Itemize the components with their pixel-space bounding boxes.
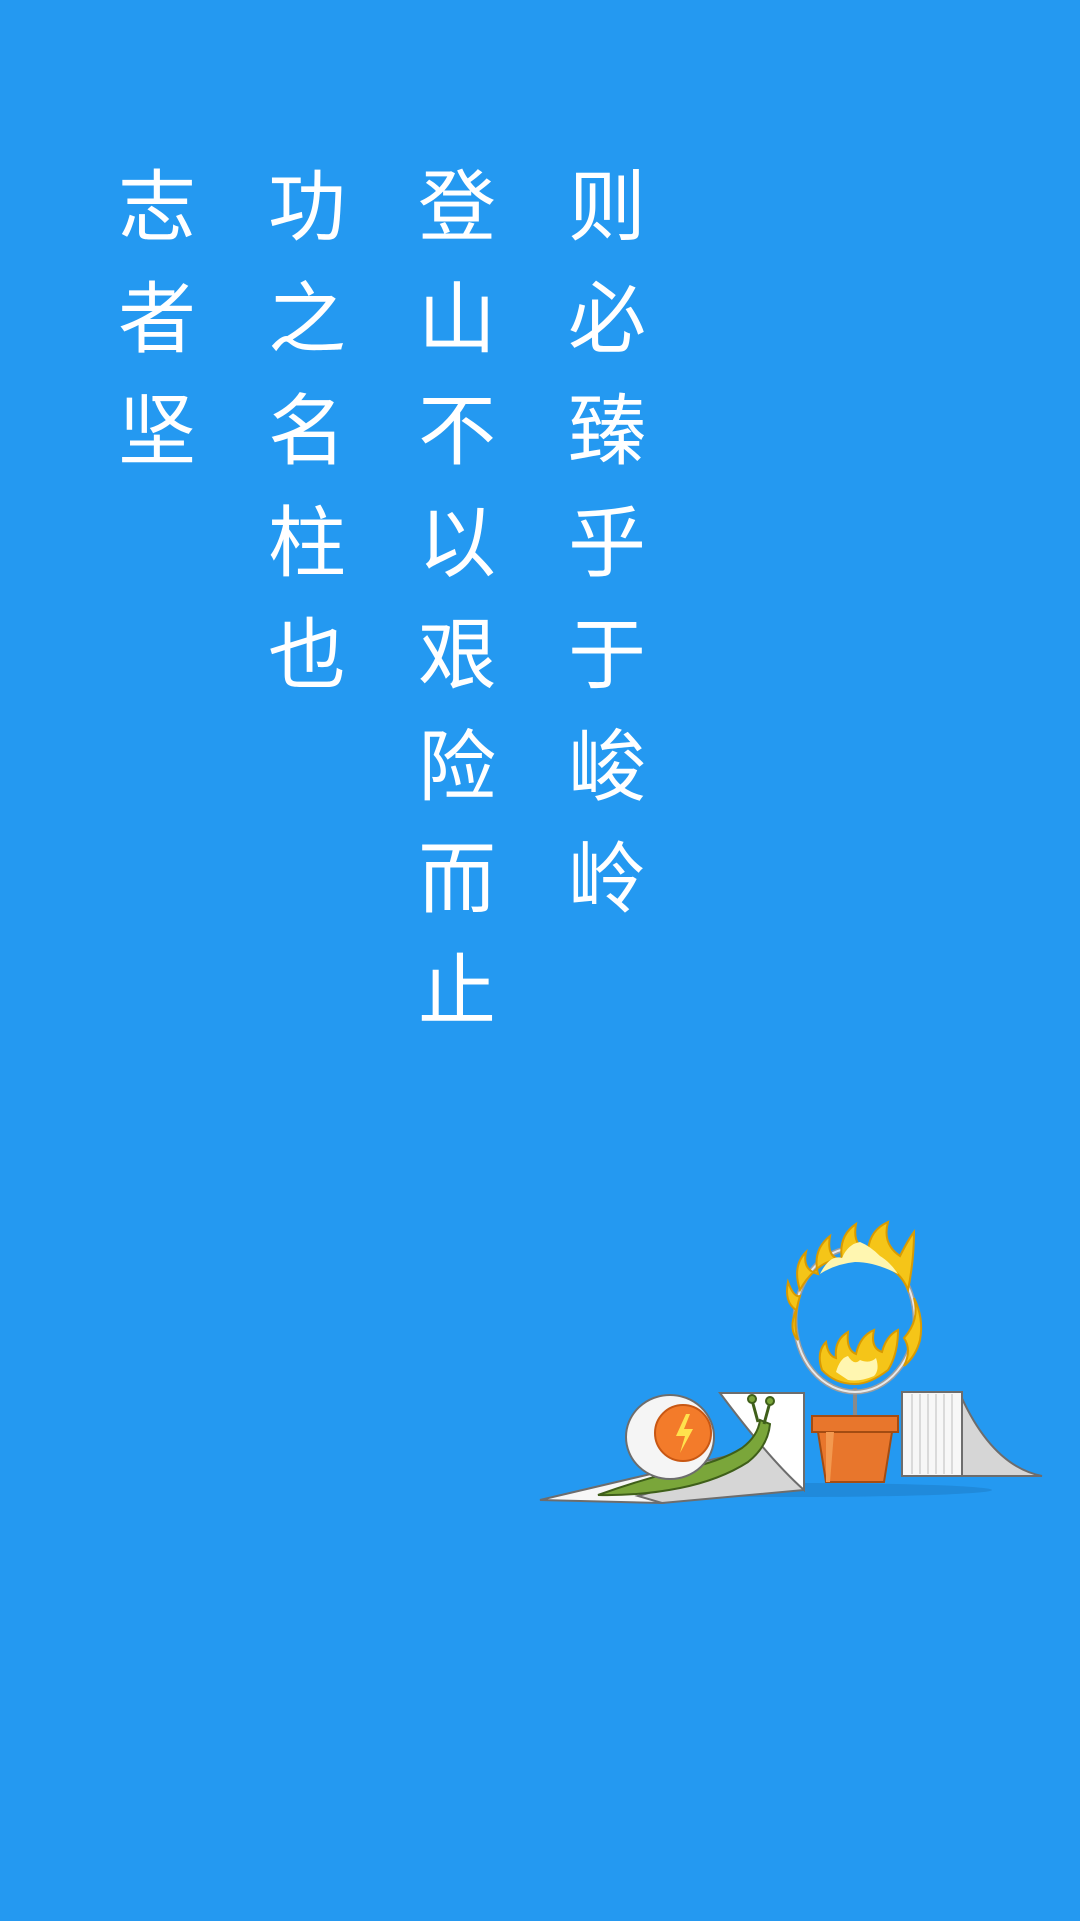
poem-char: 必 [567,275,646,365]
poem-char: 峻 [567,723,646,813]
poem-char: 于 [567,611,646,701]
poem-char: 功 [267,163,346,253]
poem-char: 以 [417,499,496,589]
poem-char: 之 [267,275,346,365]
poem-column-2: 功 之 名 柱 也 [262,152,352,712]
poem-char: 坚 [117,387,196,477]
poem-char: 则 [567,163,646,253]
poem-char: 柱 [267,499,346,589]
poem-char: 登 [417,163,496,253]
poem-char: 志 [117,163,196,253]
poem-column-4: 则 必 臻 乎 于 峻 岭 [562,152,652,936]
poem-char: 臻 [567,387,646,477]
poem-char: 险 [417,723,496,813]
poem-char: 艰 [417,611,496,701]
flower-pot [811,1415,899,1483]
snail-jump-illustration [539,1220,1043,1505]
poem-char: 而 [417,835,496,925]
splash-screen: 志 者 坚 功 之 名 柱 也 登 山 不 以 艰 险 而 止 则 必 臻 乎 … [0,0,1080,1921]
poem-char: 也 [267,611,346,701]
poem-column-1: 志 者 坚 [112,152,202,488]
poem-char: 山 [417,275,496,365]
poem-char: 岭 [567,835,646,925]
poem-char: 乎 [567,499,646,589]
fire-ring [786,1220,923,1420]
poem-char: 者 [117,275,196,365]
poem-char: 不 [417,387,496,477]
right-ramp [901,1391,1043,1477]
poem-char: 止 [417,947,496,1037]
poem-column-3: 登 山 不 以 艰 险 而 止 [412,152,502,1048]
poem-char: 名 [267,387,346,477]
